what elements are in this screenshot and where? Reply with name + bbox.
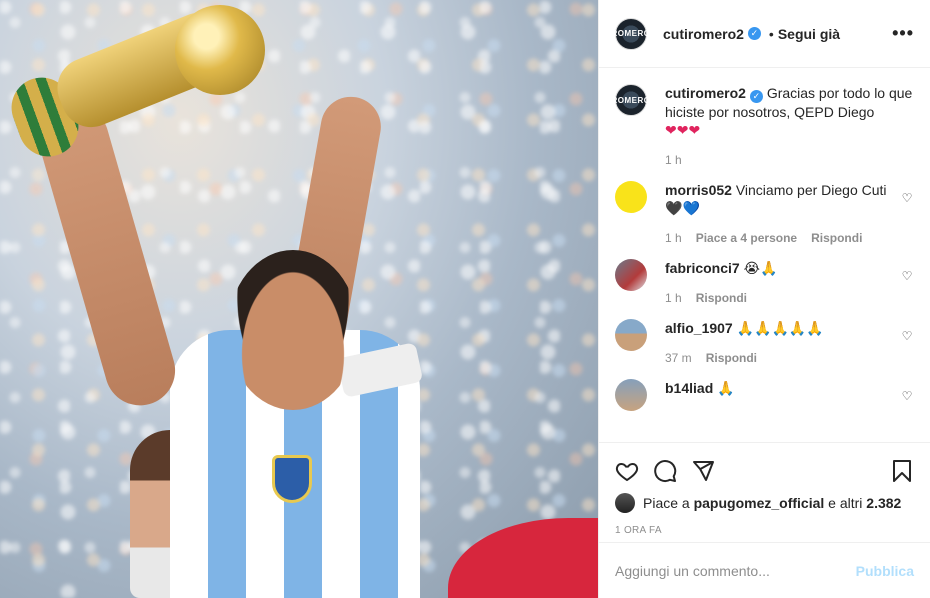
liker-username[interactable]: papugomez_official [694,495,825,511]
author-avatar[interactable]: ROMERO [612,17,650,50]
comment-item: morris052 Vinciamo per Diego Cuti 🖤💙 1 h … [615,180,914,247]
comment-username[interactable]: alfio_1907 [665,320,733,336]
comment-meta: 1 h Piace a 4 persone Rispondi [665,229,900,247]
comment-body: b14liad 🙏 [665,379,900,397]
comment-likes-count[interactable]: Piace a 4 persone [696,229,797,247]
comment-body: fabriconci7 😭🙏 1 h Rispondi [665,259,900,307]
add-comment-bar: Pubblica [599,542,930,598]
likes-prefix: Piace a [643,495,690,511]
following-button[interactable]: Segui già [778,26,840,42]
trophy-globe [175,5,265,95]
caption-text-line: cutiromero2 ✓ Gracias por todo lo que hic… [665,84,914,139]
comment-time[interactable]: 37 m [665,349,692,367]
publish-button[interactable]: Pubblica [856,563,914,579]
photo-trophy [3,3,265,165]
comments-list[interactable]: ROMERO cutiromero2 ✓ Gracias por todo lo … [599,68,930,442]
verified-icon: ✓ [749,89,763,103]
like-heart-icon[interactable] [615,459,639,483]
post-timestamp[interactable]: 1 ORA FA [615,525,914,536]
post-header: ROMERO cutiromero2 ✓ • Segui già ••• [599,0,930,68]
comment-text: 😭🙏 [743,259,778,276]
like-comment-heart-icon[interactable]: ♡ [900,269,914,283]
comment-item: fabriconci7 😭🙏 1 h Rispondi ♡ [615,258,914,307]
like-comment-heart-icon[interactable]: ♡ [900,191,914,205]
comment-text: 🙏 [717,379,735,396]
comment-icon[interactable] [653,459,677,483]
blue-heart-emoji: 💙 [682,199,700,216]
like-comment-heart-icon[interactable]: ♡ [900,329,914,343]
comment-text-line: morris052 Vinciamo per Diego Cuti 🖤💙 [665,181,900,217]
caption: ROMERO cutiromero2 ✓ Gracias por todo lo … [612,84,914,169]
like-comment-heart-icon[interactable]: ♡ [900,389,914,403]
post-actions: Piace a papugomez_official e altri 2.382… [599,442,930,542]
share-direct-icon[interactable] [691,459,715,483]
comment-username[interactable]: morris052 [665,182,732,198]
likes-summary: Piace a papugomez_official e altri 2.382 [615,493,914,513]
hearts-emoji: ❤❤❤ [665,121,701,138]
likes-count[interactable]: 2.382 [866,495,901,511]
comment-username[interactable]: fabriconci7 [665,260,740,276]
comment-item: b14liad 🙏 ♡ [615,378,914,411]
comment-time[interactable]: 1 h [665,289,682,307]
reply-button[interactable]: Rispondi [706,349,757,367]
comment-text-line: alfio_1907 🙏🙏🙏🙏🙏 [665,319,900,337]
reply-button[interactable]: Rispondi [696,289,747,307]
caption-time[interactable]: 1 h [665,151,682,169]
post-side-panel: ROMERO cutiromero2 ✓ • Segui già ••• ROM… [598,0,930,598]
author-username[interactable]: cutiromero2 [663,26,744,42]
separator-dot: • [768,25,774,42]
likes-middle: e altri [828,495,863,511]
caption-body: cutiromero2 ✓ Gracias por todo lo que hic… [665,84,914,169]
liker-avatar[interactable] [615,493,635,513]
verified-icon: ✓ [747,27,761,40]
comment-avatar[interactable] [615,258,647,291]
caption-avatar[interactable]: ROMERO [612,84,650,116]
comment-text-line: b14liad 🙏 [665,379,900,397]
caption-username[interactable]: cutiromero2 [665,85,746,101]
more-options-icon[interactable]: ••• [892,23,914,44]
instagram-post: ROMERO cutiromero2 ✓ • Segui già ••• ROM… [0,0,930,598]
comment-body: alfio_1907 🙏🙏🙏🙏🙏 37 m Rispondi [665,319,900,367]
comment-avatar[interactable] [615,378,647,411]
comment-body: morris052 Vinciamo per Diego Cuti 🖤💙 1 h … [665,181,900,247]
comment-username[interactable]: b14liad [665,380,713,396]
comment-item: alfio_1907 🙏🙏🙏🙏🙏 37 m Rispondi ♡ [615,318,914,367]
black-heart-emoji: 🖤 [665,199,683,216]
comment-avatar[interactable] [615,180,647,213]
photo-head [228,250,358,410]
comment-meta: 37 m Rispondi [665,349,900,367]
bookmark-icon[interactable] [890,459,914,483]
comment-text: 🙏🙏🙏🙏🙏 [736,319,824,336]
reply-button[interactable]: Rispondi [811,229,862,247]
comment-avatar[interactable] [615,318,647,351]
comment-text: Vinciamo per Diego Cuti [735,181,887,198]
comment-text-line: fabriconci7 😭🙏 [665,259,900,277]
caption-meta: 1 h [665,151,914,169]
action-icons [615,451,914,491]
photo-shirt-badge [272,455,312,503]
comment-meta: 1 h Rispondi [665,289,900,307]
comment-time[interactable]: 1 h [665,229,682,247]
post-photo[interactable] [0,0,598,598]
comment-input[interactable] [615,562,856,579]
